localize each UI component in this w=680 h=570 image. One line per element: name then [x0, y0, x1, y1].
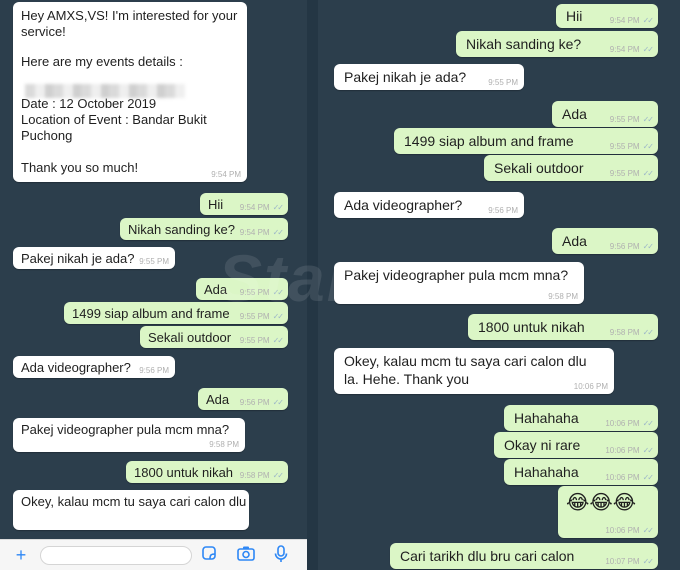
outgoing-message: Cari tarikh dlu bru cari calon 10:07 PM ✓…: [390, 543, 658, 569]
read-ticks-icon: ✓✓: [642, 526, 654, 535]
outgoing-message: Ada 9:55 PM ✓✓: [196, 278, 288, 300]
message-time: 9:55 PM: [239, 312, 270, 321]
read-ticks-icon: ✓✓: [272, 312, 284, 321]
incoming-message: Okey, kalau mcm tu saya cari calon dlu l…: [334, 348, 614, 394]
incoming-message: Pakej nikah je ada? 9:55 PM: [334, 64, 524, 90]
message-time: 9:56 PM: [488, 206, 518, 215]
intro-details-heading: Here are my events details :: [21, 54, 183, 69]
outgoing-message: Ada 9:55 PM ✓✓: [552, 101, 658, 127]
incoming-message: Ada videographer? 9:56 PM: [334, 192, 524, 218]
message-text: Pakej videographer pula mcm mna?: [344, 267, 569, 283]
message-input[interactable]: [40, 546, 192, 565]
message-time: 9:55 PM: [488, 78, 518, 87]
outgoing-message: Hii 9:54 PM ✓✓: [556, 4, 658, 28]
read-ticks-icon: ✓✓: [272, 203, 284, 212]
incoming-message: Pakej videographer pula mcm mna? 9:58 PM: [13, 418, 245, 452]
message-time: 9:58 PM: [209, 440, 239, 449]
outgoing-message: Sekali outdoor 9:55 PM ✓✓: [140, 326, 288, 348]
message-input-bar: +: [0, 539, 307, 570]
sticker-icon[interactable]: [198, 545, 220, 565]
incoming-message-intro: Hey AMXS,VS! I'm interested for your ser…: [13, 2, 247, 182]
message-time: 9:55 PM: [139, 257, 169, 266]
incoming-message: Pakej nikah je ada? 9:55 PM: [13, 247, 175, 269]
message-time: 10:06 PM: [605, 419, 640, 428]
read-ticks-icon: ✓✓: [642, 446, 654, 455]
outgoing-message: Ada 9:56 PM ✓✓: [552, 228, 658, 254]
right-chat-screenshot: Hii 9:54 PM ✓✓ Nikah sanding ke? 9:54 PM ✓…: [318, 0, 680, 570]
message-time: 10:06 PM: [573, 382, 608, 391]
incoming-message: Ada videographer? 9:56 PM: [13, 356, 175, 378]
outgoing-message: 1499 siap album and frame 9:55 PM ✓✓: [64, 302, 288, 324]
read-ticks-icon: ✓✓: [272, 288, 284, 297]
outgoing-message: Okay ni rare 10:06 PM ✓✓: [494, 432, 658, 458]
message-time: 9:55 PM: [239, 288, 270, 297]
message-time: 10:06 PM: [605, 446, 640, 455]
outgoing-message: Ada 9:56 PM ✓✓: [198, 388, 288, 410]
read-ticks-icon: ✓✓: [642, 419, 654, 428]
outgoing-message: Sekali outdoor 9:55 PM ✓✓: [484, 155, 658, 181]
outgoing-message: 1499 siap album and frame 9:55 PM ✓✓: [394, 128, 658, 154]
left-chat-screenshot: Hey AMXS,VS! I'm interested for your ser…: [0, 0, 307, 570]
message-text-line2: la. Hehe. Thank you: [344, 371, 470, 387]
read-ticks-icon: ✓✓: [642, 142, 654, 151]
outgoing-message: Hii 9:54 PM ✓✓: [200, 193, 288, 215]
outgoing-message: 1800 untuk nikah 9:58 PM ✓✓: [126, 461, 288, 483]
message-time: 9:55 PM: [609, 115, 640, 124]
message-time: 10:07 PM: [605, 557, 640, 566]
microphone-icon[interactable]: [270, 545, 292, 565]
read-ticks-icon: ✓✓: [272, 471, 284, 480]
message-time: 9:54 PM: [609, 45, 640, 54]
read-ticks-icon: ✓✓: [642, 242, 654, 251]
intro-greeting: Hey AMXS,VS! I'm interested for your ser…: [21, 8, 238, 39]
message-time: 9:58 PM: [548, 292, 578, 301]
intro-date: Date : 12 October 2019: [21, 96, 157, 111]
intro-location: Location of Event : Bandar Bukit Puchong: [21, 112, 207, 143]
message-time: 9:55 PM: [609, 169, 640, 178]
read-ticks-icon: ✓✓: [642, 473, 654, 482]
message-text: Pakej videographer pula mcm mna?: [21, 422, 230, 437]
read-ticks-icon: ✓✓: [642, 45, 654, 54]
message-text: Okey, kalau mcm tu saya cari calon dlu: [344, 353, 587, 369]
message-time: 9:54 PM: [239, 203, 270, 212]
outgoing-message: Hahahaha 10:06 PM ✓✓: [504, 459, 658, 485]
outgoing-message: Hahahaha 10:06 PM ✓✓: [504, 405, 658, 431]
incoming-message: Pakej videographer pula mcm mna? 9:58 PM: [334, 262, 584, 304]
message-time: 9:54 PM: [239, 228, 270, 237]
message-time: 9:56 PM: [609, 242, 640, 251]
incoming-message: Okey, kalau mcm tu saya cari calon dlu: [13, 490, 249, 530]
message-time: 10:06 PM: [605, 526, 640, 535]
message-time: 9:58 PM: [239, 471, 270, 480]
read-ticks-icon: ✓✓: [642, 16, 654, 25]
message-time: 9:56 PM: [139, 366, 169, 375]
message-time: 10:06 PM: [605, 473, 640, 482]
read-ticks-icon: ✓✓: [272, 336, 284, 345]
message-time: 9:54 PM: [609, 16, 640, 25]
laughing-emoji-icon: 😂😂😂: [566, 492, 637, 514]
message-time: 9:55 PM: [609, 142, 640, 151]
outgoing-message: 1800 untuk nikah 9:58 PM ✓✓: [468, 314, 658, 340]
message-time: 9:58 PM: [609, 328, 640, 337]
read-ticks-icon: ✓✓: [642, 169, 654, 178]
outgoing-message: Nikah sanding ke? 9:54 PM ✓✓: [120, 218, 288, 240]
message-time: 9:55 PM: [239, 336, 270, 345]
message-text: Okey, kalau mcm tu saya cari calon dlu: [21, 494, 247, 509]
outgoing-message: Nikah sanding ke? 9:54 PM ✓✓: [456, 31, 658, 57]
outgoing-message-emoji: 😂😂😂 10:06 PM ✓✓: [558, 486, 658, 538]
read-ticks-icon: ✓✓: [642, 328, 654, 337]
redacted-text: [25, 83, 185, 98]
intro-thanks: Thank you so much!: [21, 160, 139, 175]
message-time: 9:56 PM: [239, 398, 270, 407]
message-time: 9:54 PM: [211, 170, 241, 179]
read-ticks-icon: ✓✓: [272, 398, 284, 407]
plus-icon[interactable]: +: [10, 545, 32, 565]
read-ticks-icon: ✓✓: [272, 228, 284, 237]
read-ticks-icon: ✓✓: [642, 557, 654, 566]
read-ticks-icon: ✓✓: [642, 115, 654, 124]
camera-icon[interactable]: [235, 545, 257, 565]
